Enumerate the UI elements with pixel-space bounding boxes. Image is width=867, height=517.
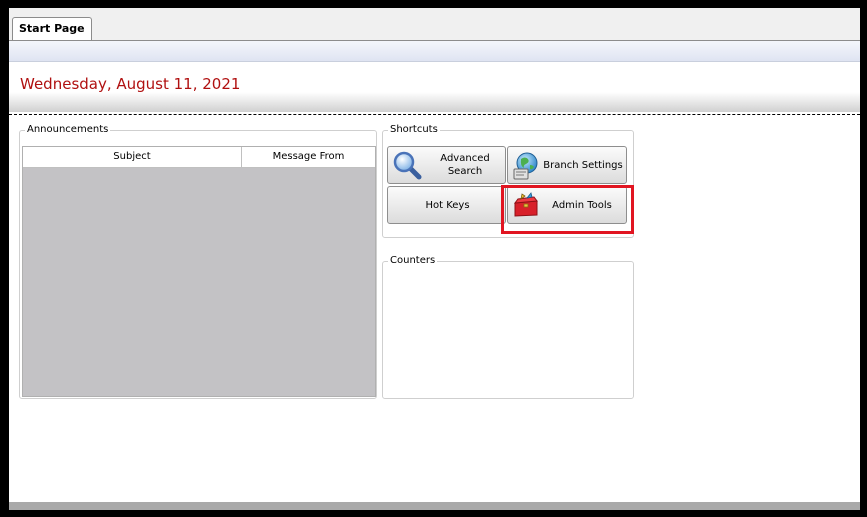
header-strip bbox=[9, 41, 860, 62]
advanced-search-button[interactable]: Advanced Search bbox=[387, 146, 506, 184]
divider bbox=[9, 114, 860, 115]
tab-bar: Start Page bbox=[9, 8, 860, 41]
hot-keys-button[interactable]: Hot Keys bbox=[387, 186, 506, 224]
shortcuts-panel: Shortcuts Advanced Search Branch Setting… bbox=[382, 123, 634, 238]
tab-start-page[interactable]: Start Page bbox=[12, 17, 92, 40]
magnifier-icon bbox=[393, 151, 422, 180]
column-header-message-from[interactable]: Message From bbox=[242, 147, 375, 167]
status-bar bbox=[9, 502, 860, 510]
announcements-grid[interactable]: Subject Message From bbox=[22, 146, 376, 397]
announcements-title: Announcements bbox=[25, 123, 111, 137]
counters-panel: Counters bbox=[382, 254, 634, 399]
globe-settings-icon bbox=[513, 152, 538, 180]
admin-tools-button[interactable]: Admin Tools bbox=[507, 186, 627, 224]
grid-header: Subject Message From bbox=[23, 147, 375, 168]
shortcuts-title: Shortcuts bbox=[388, 123, 440, 137]
counters-title: Counters bbox=[388, 254, 438, 268]
column-header-subject[interactable]: Subject bbox=[23, 147, 242, 167]
date-banner: Wednesday, August 11, 2021 bbox=[9, 62, 860, 112]
branch-settings-button[interactable]: Branch Settings bbox=[507, 146, 627, 184]
start-page-window: Start Page Wednesday, August 11, 2021 An… bbox=[9, 8, 860, 510]
admin-tools-label: Admin Tools bbox=[552, 200, 612, 211]
branch-settings-label: Branch Settings bbox=[543, 160, 623, 171]
current-date: Wednesday, August 11, 2021 bbox=[20, 75, 241, 93]
announcements-panel: Announcements Subject Message From bbox=[19, 123, 377, 399]
hot-keys-label: Hot Keys bbox=[425, 200, 470, 211]
advanced-search-label: Advanced Search bbox=[440, 153, 490, 177]
